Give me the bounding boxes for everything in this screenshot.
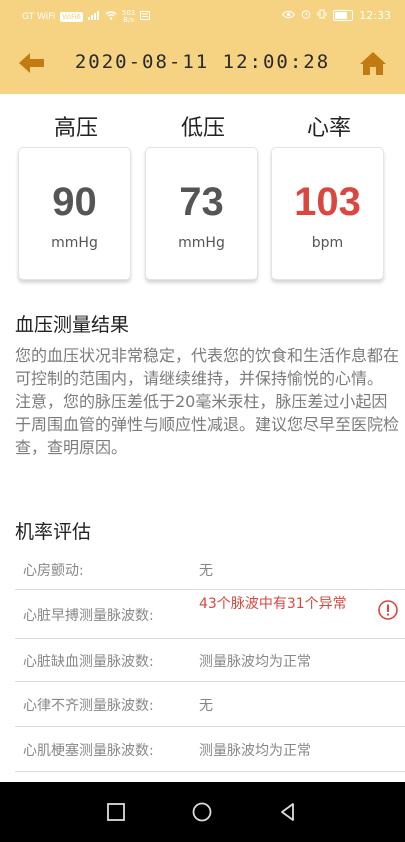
result-title: 血压测量结果 (15, 314, 130, 336)
vibrate-icon (317, 9, 327, 22)
row-label: 心律不齐测量脉波数: (23, 698, 154, 714)
systolic-card: 90 mmHg (18, 147, 131, 280)
row-value: 无 (199, 698, 213, 714)
home-icon (360, 52, 386, 75)
heart-rate-unit: bpm (311, 235, 344, 251)
row-value-alert: 43个脉波中有31个异常 (199, 596, 347, 612)
systolic-unit: mmHg (51, 235, 98, 251)
diastolic-value: 73 (179, 180, 224, 224)
diastolic-card: 73 mmHg (145, 147, 258, 280)
clock-time: 12:33 (359, 9, 391, 22)
heart-rate-label: 心率 (306, 116, 351, 141)
row-value: 无 (199, 563, 213, 579)
home-nav-button[interactable] (192, 802, 212, 822)
notification-icon (140, 11, 151, 23)
assessment-row-infarction: 心肌梗塞测量脉波数: 测量脉波均为正常 (15, 727, 405, 772)
measurement-datetime: 2020-08-11 12:00:28 (74, 51, 331, 73)
assessment-row-arrhythmia: 心律不齐测量脉波数: 无 (15, 682, 405, 727)
carrier-label: GT WiFi (22, 12, 56, 22)
system-nav-bar (0, 782, 405, 842)
result-paragraph: 您的血压状况非常稳定，代表您的饮食和生活作息都在可控制的范围内，请继续维持，并保… (15, 346, 400, 388)
net-speed: 503 B/s (121, 9, 136, 24)
network-chip: WiFi6 (60, 12, 83, 22)
header-bar: 2020-08-11 12:00:28 (0, 32, 405, 94)
heart-rate-value: 103 (294, 180, 361, 224)
recents-button[interactable] (106, 802, 126, 822)
row-value: 测量脉波均为正常 (199, 743, 311, 759)
diastolic-label: 低压 (180, 116, 225, 141)
battery-icon (333, 10, 354, 21)
row-label: 心脏缺血测量脉波数: (23, 654, 154, 670)
row-label: 心房颤动: (23, 563, 84, 579)
heart-rate-card: 103 bpm (271, 147, 384, 280)
row-value: 测量脉波均为正常 (199, 654, 311, 670)
metric-labels: 高压 低压 心率 (0, 110, 405, 142)
assessment-title: 机率评估 (15, 521, 92, 543)
alarm-icon (301, 9, 311, 22)
row-label: 心肌梗塞测量脉波数: (23, 743, 154, 759)
wifi-icon (105, 11, 117, 23)
result-warning-paragraph: 注意，您的脉压差低于20毫米汞柱，脉压差过小起因于周围血管的弹性与顺应性减退。建… (15, 392, 400, 457)
eye-icon (282, 9, 296, 22)
diastolic-unit: mmHg (178, 235, 225, 251)
assessment-row-ischemia: 心脏缺血测量脉波数: 测量脉波均为正常 (15, 639, 405, 682)
result-description: 您的血压状况非常稳定，代表您的饮食和生活作息都在可控制的范围内，请继续维持，并保… (15, 344, 400, 459)
home-button[interactable] (359, 49, 387, 77)
systolic-value: 90 (52, 180, 97, 224)
row-label: 心脏早搏测量脉波数: (23, 608, 154, 624)
back-nav-button[interactable] (278, 802, 298, 822)
signal-icon (87, 11, 100, 23)
warning-icon[interactable] (378, 600, 398, 620)
assessment-row-af: 心房颤动: 无 (15, 550, 405, 590)
systolic-label: 高压 (53, 116, 98, 141)
assessment-row-premature: 心脏早搏测量脉波数: 43个脉波中有31个异常 (15, 590, 405, 639)
status-bar: GT WiFi WiFi6 503 B/s 12:33 (0, 0, 405, 32)
